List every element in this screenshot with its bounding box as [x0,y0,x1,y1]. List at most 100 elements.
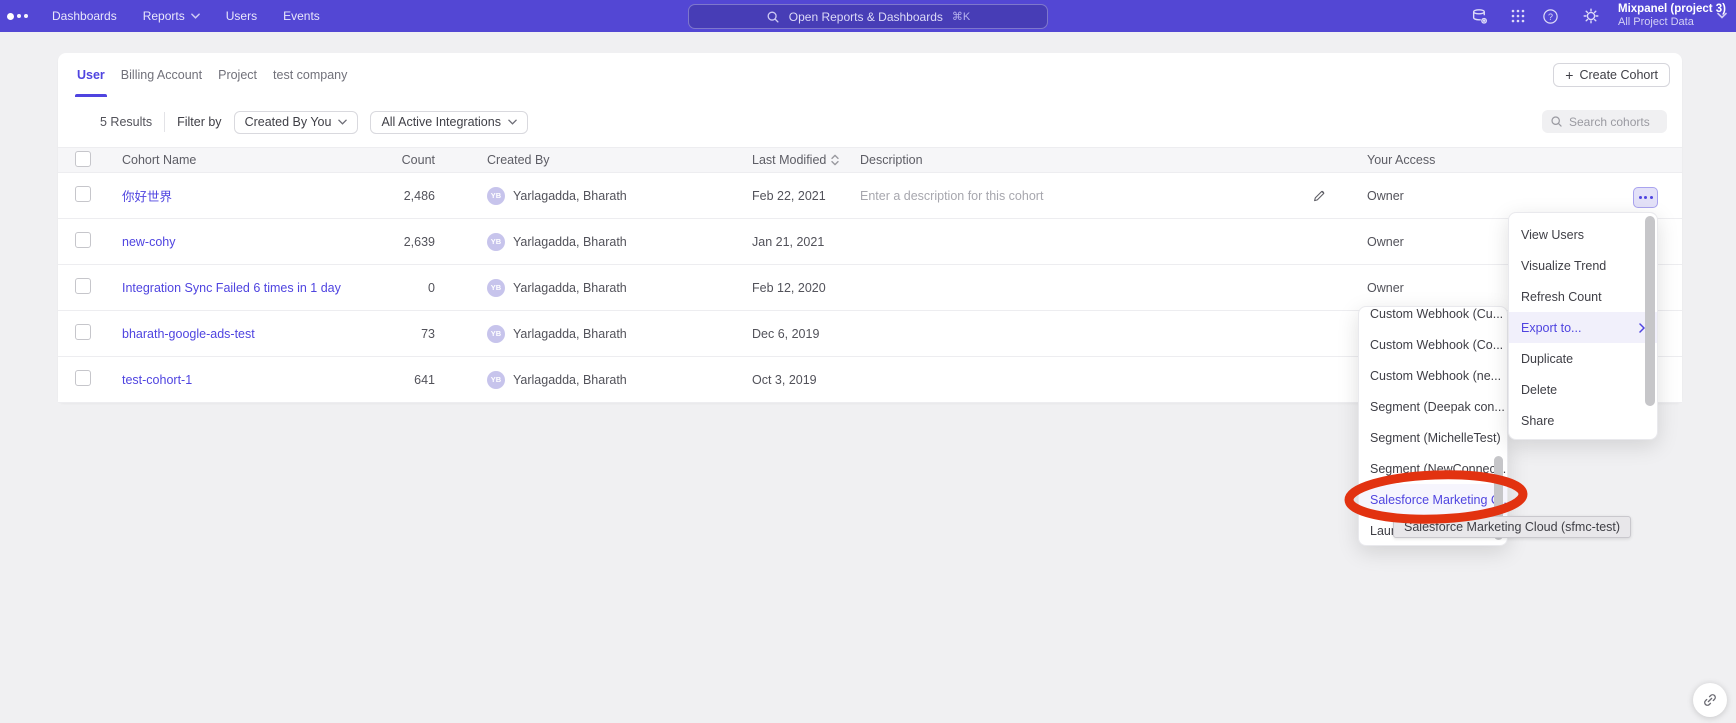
table-header-row: Cohort Name Count Created By Last Modifi… [58,147,1682,173]
filter-by-label: Filter by [177,115,221,129]
avatar: YB [487,279,505,297]
edit-pencil-icon[interactable] [1312,189,1326,203]
row-checkbox[interactable] [75,186,91,202]
svg-text:?: ? [1548,11,1553,21]
cohort-type-tabs: User Billing Account Project test compan… [58,53,1682,97]
top-navigation: Dashboards Reports Users Events Open Rep… [0,0,1736,32]
results-count: 5 Results [100,115,152,129]
toolbar-divider [164,112,165,132]
description-placeholder[interactable]: Enter a description for this cohort [860,189,1043,203]
nav-item-dashboards[interactable]: Dashboards [52,9,117,23]
primary-nav: Dashboards Reports Users Events [52,9,320,23]
project-scope: All Project Data [1618,16,1726,28]
data-governance-icon[interactable] [1471,8,1488,25]
tab-project[interactable]: Project [210,53,265,97]
project-switcher[interactable]: Mixpanel (project 3) All Project Data [1618,3,1726,28]
context-menu-scrollbar[interactable] [1645,216,1655,406]
header-description: Description [860,153,1304,167]
creator-name: Yarlagadda, Bharath [513,235,627,249]
chevron-down-icon [508,119,517,125]
cohort-name-link[interactable]: test-cohort-1 [122,373,192,387]
tab-test-company[interactable]: test company [265,53,355,97]
row-checkbox[interactable] [75,370,91,386]
avatar: YB [487,325,505,343]
search-icon [766,10,780,24]
row-checkbox[interactable] [75,278,91,294]
help-icon[interactable]: ? [1542,8,1559,25]
integrations-filter-dropdown[interactable]: All Active Integrations [370,111,528,134]
row-overflow-menu-button[interactable] [1633,187,1658,208]
tab-billing-account[interactable]: Billing Account [113,53,210,97]
header-last-modified[interactable]: Last Modified [752,153,860,167]
nav-item-reports[interactable]: Reports [143,9,200,23]
submenu-item-custom-webhook-2[interactable]: Custom Webhook (Co... [1359,329,1507,360]
cohort-count: 0 [379,281,435,295]
table-row: new-cohy 2,639 YB Yarlagadda, Bharath Jan… [58,219,1682,265]
avatar: YB [487,187,505,205]
cohort-name-link[interactable]: 你好世界 [122,190,172,204]
search-shortcut: ⌘K [952,10,970,23]
last-modified-date: Oct 3, 2019 [752,373,860,387]
menu-item-delete[interactable]: Delete [1509,374,1657,405]
cohort-count: 2,639 [379,235,435,249]
last-modified-date: Feb 22, 2021 [752,189,860,203]
last-modified-date: Feb 12, 2020 [752,281,860,295]
copy-link-button[interactable] [1693,683,1727,717]
search-cohorts-placeholder: Search cohorts [1569,115,1650,129]
submenu-item-custom-webhook-3[interactable]: Custom Webhook (ne... [1359,360,1507,391]
row-checkbox[interactable] [75,232,91,248]
header-cohort-name[interactable]: Cohort Name [98,153,379,167]
tab-user[interactable]: User [69,53,113,97]
creator-name: Yarlagadda, Bharath [513,189,627,203]
header-created-by[interactable]: Created By [435,153,752,167]
cohort-name-link[interactable]: bharath-google-ads-test [122,327,255,341]
integration-tooltip: Salesforce Marketing Cloud (sfmc-test) [1393,516,1631,538]
creator-name: Yarlagadda, Bharath [513,281,627,295]
cohort-count: 2,486 [379,189,435,203]
avatar: YB [487,233,505,251]
table-row: Integration Sync Failed 6 times in 1 day… [58,265,1682,311]
cohort-name-link[interactable]: new-cohy [122,235,176,249]
access-level: Owner [1348,189,1618,203]
settings-gear-icon[interactable] [1582,8,1599,25]
cohort-name-link[interactable]: Integration Sync Failed 6 times in 1 day [122,281,341,295]
chevron-down-icon [338,119,347,125]
last-modified-date: Jan 21, 2021 [752,235,860,249]
nav-item-users[interactable]: Users [226,9,257,23]
submenu-item-segment-deepak[interactable]: Segment (Deepak con... [1359,391,1507,422]
cohorts-toolbar: 5 Results Filter by Created By You All A… [58,97,1682,147]
global-search-placeholder: Open Reports & Dashboards [789,10,943,24]
menu-item-share[interactable]: Share [1509,405,1657,436]
project-chevron-down-icon [1717,12,1727,19]
submenu-item-salesforce-marketing-cloud[interactable]: Salesforce Marketing C... [1359,484,1507,515]
search-icon [1550,115,1563,128]
creator-name: Yarlagadda, Bharath [513,327,627,341]
global-search-input[interactable]: Open Reports & Dashboards ⌘K [688,4,1048,29]
menu-item-duplicate[interactable]: Duplicate [1509,343,1657,374]
submenu-item-segment-michelletest[interactable]: Segment (MichelleTest) [1359,422,1507,453]
create-cohort-button[interactable]: + Create Cohort [1553,63,1670,87]
select-all-checkbox[interactable] [75,151,91,167]
created-by-filter-dropdown[interactable]: Created By You [234,111,359,134]
cohort-context-menu: View Users Visualize Trend Refresh Count… [1508,212,1658,440]
apps-grid-icon[interactable] [1509,8,1526,25]
search-cohorts-input[interactable]: Search cohorts [1542,110,1667,133]
last-modified-date: Dec 6, 2019 [752,327,860,341]
submenu-item-segment-newconnec[interactable]: Segment (NewConnec... [1359,453,1507,484]
plus-icon: + [1565,68,1573,82]
table-row: 你好世界 2,486 YB Yarlagadda, Bharath Feb 22,… [58,173,1682,219]
cohort-count: 73 [379,327,435,341]
sort-icon [831,154,839,166]
header-count[interactable]: Count [379,153,435,167]
export-to-submenu: Custom Webhook (Cu... Custom Webhook (Co… [1358,306,1508,546]
menu-item-visualize-trend[interactable]: Visualize Trend [1509,250,1657,281]
menu-item-view-users[interactable]: View Users [1509,219,1657,250]
row-checkbox[interactable] [75,324,91,340]
nav-item-events[interactable]: Events [283,9,320,23]
submenu-item-custom-webhook-1[interactable]: Custom Webhook (Cu... [1359,306,1507,329]
menu-item-export-to[interactable]: Export to... [1509,312,1657,343]
project-name: Mixpanel (project 3) [1618,3,1726,16]
creator-name: Yarlagadda, Bharath [513,373,627,387]
mixpanel-logo-icon[interactable] [7,13,47,20]
menu-item-refresh-count[interactable]: Refresh Count [1509,281,1657,312]
